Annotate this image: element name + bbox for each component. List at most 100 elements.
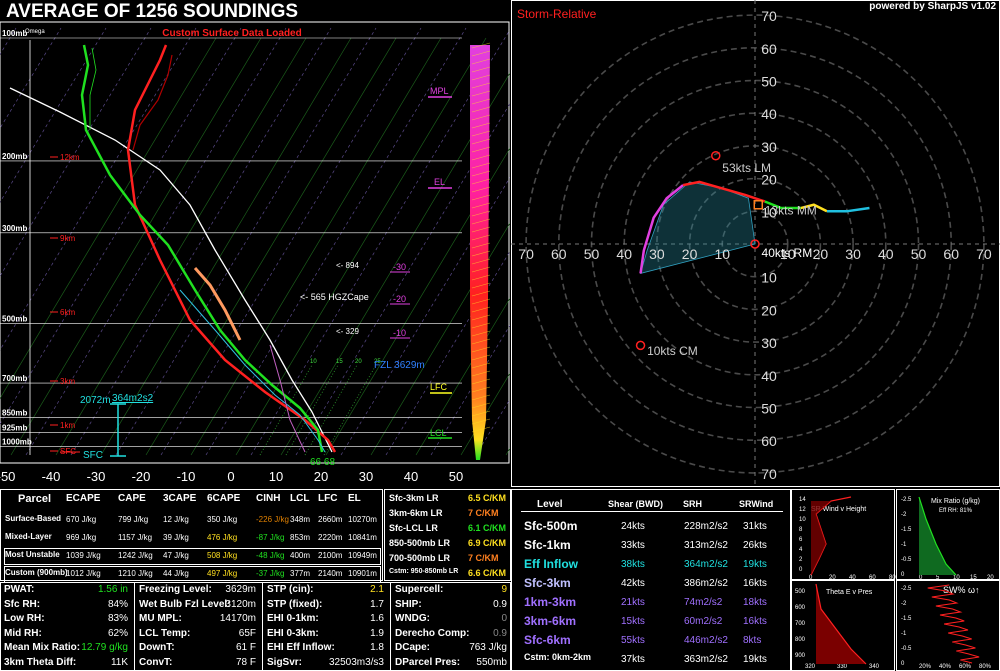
thermo-value: 1.7	[370, 598, 384, 610]
inset-y: 800	[795, 637, 806, 643]
parcel-ecape: 670 J/kg	[66, 515, 97, 524]
mixing-line	[259, 364, 313, 456]
parcel-cape: 799 J/kg	[118, 515, 149, 524]
temp-tick: 20	[314, 469, 328, 484]
inset-border	[791, 489, 895, 580]
lapse-rate-table: Sfc-3km LR 6.5 C/KM 3km-6km LR 7 C/KM Sfc-LC…	[384, 489, 511, 581]
inset-x: 40	[849, 575, 856, 581]
inset-y: 14	[799, 497, 806, 503]
parcel-ecape: 969 J/kg	[66, 533, 97, 542]
inset-y: -1.5	[901, 527, 912, 533]
temp-tick: -50	[0, 469, 15, 484]
inset-x: 20%	[919, 664, 932, 670]
parcel-header: LCL	[290, 493, 310, 504]
parcel-trace	[9, 87, 333, 453]
kin-srw: 19kts	[743, 559, 767, 570]
thermo-value: 1.9	[370, 627, 384, 639]
inset-y: -2.5	[901, 497, 912, 503]
inset-y: 900	[795, 653, 806, 659]
mpl-label: MPL	[430, 86, 449, 96]
kin-srh: 60m2/s2	[684, 616, 723, 627]
thermo-value: 61 F	[235, 642, 256, 653]
thermo-label: STP (fixed):	[267, 598, 323, 610]
inset-x: 15	[970, 575, 977, 581]
sw-trace	[927, 584, 980, 664]
thermo-label: DownT:	[139, 642, 175, 653]
parcel-name: Custom (900mb)	[5, 568, 68, 577]
mm-label: 13kts MM	[765, 204, 817, 218]
kin-srw: 8kts	[743, 635, 762, 646]
hodograph-chart: 10 10 20 20 30 30 40 40 50 50 60 60 70 70 70 60 50 40 30 20…	[511, 0, 1000, 488]
thermo-label: Low RH:	[4, 613, 45, 624]
mixing-line	[304, 364, 358, 456]
rm-label: 40kts RM	[762, 246, 813, 260]
parcel-lfc: 2660m	[318, 515, 343, 524]
hodo-x-label: 30	[845, 246, 861, 262]
kin-shear: 33kts	[621, 540, 645, 551]
thermo-label: Freezing Level:	[139, 584, 212, 595]
cm-marker	[635, 340, 646, 351]
omega-label: Omega	[25, 29, 45, 35]
parcel-header: EL	[348, 493, 361, 504]
kin-srh: 364m2/s2	[684, 559, 728, 570]
thermo-label: Supercell:	[395, 584, 444, 595]
dry-adiabat	[115, 27, 377, 456]
parcel-header: ECAPE	[66, 493, 101, 504]
kin-shear: 21kts	[621, 597, 645, 608]
inset-subtitle: Eff RH: 81%	[939, 508, 973, 514]
inset-y: 2	[799, 557, 803, 563]
kin-srw: 16kts	[743, 616, 767, 627]
pressure-label: 500mb	[2, 314, 27, 323]
temp-tick: -40	[42, 469, 61, 484]
hodo-x-label: 50	[911, 246, 927, 262]
hodo-x-label: 60	[943, 246, 959, 262]
thermo-label: MU MPL:	[139, 613, 182, 624]
thermo-value: 12.79 g/kg	[81, 642, 128, 653]
parcel-lfc: 2220m	[318, 533, 343, 542]
parcel-el: 10949m	[348, 551, 377, 560]
sfc-temps: 66 68	[310, 457, 335, 468]
inset-y: -2	[901, 512, 907, 518]
thermo-label: EHI 0-3km:	[267, 627, 319, 639]
dry-adiabat	[160, 27, 422, 456]
isotherm	[145, 37, 397, 456]
thermo-value: 84%	[107, 598, 128, 610]
skewt-panel: AVERAGE OF 1256 SOUNDINGS 100mb 200mb 300m…	[0, 0, 510, 488]
parcel-el: 10841m	[348, 533, 377, 542]
thermo-label: LCL Temp:	[139, 627, 191, 639]
hodo-ring-label: 40	[761, 106, 777, 122]
kin-srw: 18kts	[743, 597, 767, 608]
parcel-name: Most Unstable	[5, 550, 60, 559]
thermo-label: WNDG:	[395, 613, 430, 624]
parcel-lcl: 400m	[290, 551, 311, 560]
parcel-header: 6CAPE	[207, 493, 241, 504]
kin-level: Cstm: 0km-2km	[524, 652, 592, 662]
hodograph-panel: powered by SharpJS v1.02 10 10 20 20 30 30 40 4…	[511, 0, 1000, 488]
parcel-lcl: 853m	[290, 533, 311, 542]
hodo-ring-label: 70	[761, 8, 777, 24]
parcel-header: LFC	[318, 493, 338, 504]
parcel-table: Parcel ECAPE CAPE 3CAPE 6CAPE CINH LCL LFC EL Sur…	[0, 489, 383, 583]
hodo-x-label: 70	[976, 246, 992, 262]
isotherm	[190, 37, 442, 456]
kin-srw: 19kts	[743, 654, 767, 665]
parcel-name: Surface-Based	[5, 514, 62, 523]
hodo-x-label: 60	[551, 246, 567, 262]
cm-label: 10kts CM	[647, 344, 698, 358]
inset-y: 700	[795, 621, 806, 627]
thermo-indices: PWAT: 1.56 in Sfc RH: 84% Low RH: 83% Mid RH: 6…	[0, 582, 511, 671]
parcel-el: 10901m	[348, 569, 377, 578]
hodo-x-label: 70	[518, 246, 534, 262]
kin-level: Sfc-6km	[524, 633, 571, 647]
isotherm	[55, 37, 307, 456]
hodo-ring-label: 30	[761, 335, 777, 351]
eff-top-label: 2072m	[80, 395, 111, 406]
inset-y: 4	[799, 547, 803, 553]
lapse-label: Sfc-3km LR	[389, 493, 439, 503]
dry-adiabat	[0, 27, 152, 277]
skewt-chart: 100mb 200mb 300mb 500mb 700mb 850mb 925mb 1000m…	[0, 21, 510, 484]
thermo-value: 65F	[238, 627, 256, 639]
parcel-lfc: 2140m	[318, 569, 343, 578]
mixing-label: 15	[336, 359, 343, 365]
parcel-cape6: 497 J/kg	[207, 569, 238, 578]
